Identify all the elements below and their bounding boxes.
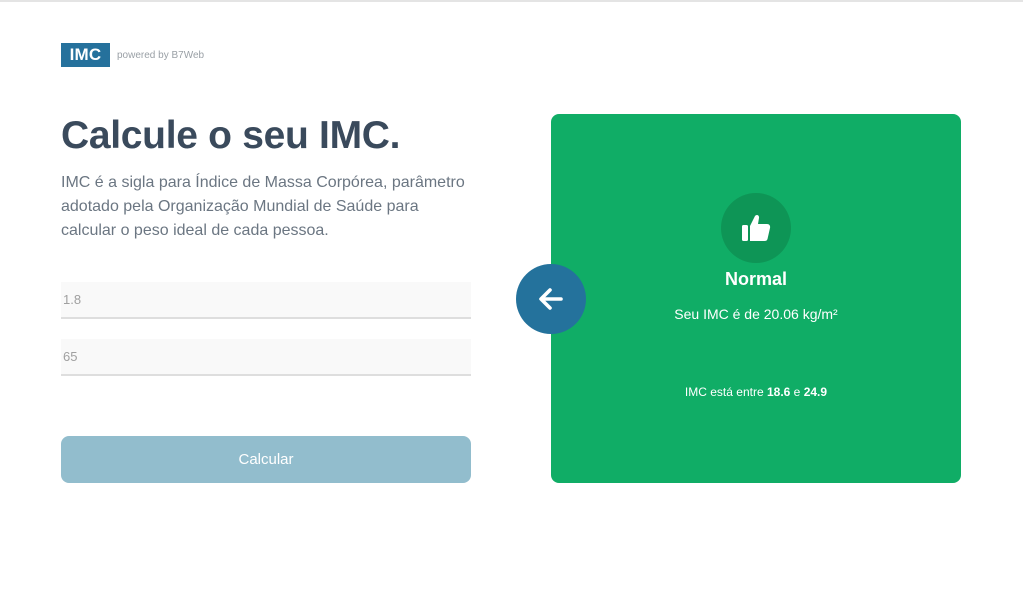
intro-section: Calcule o seu IMC. IMC é a sigla para Ín… xyxy=(61,114,471,243)
logo-text: IMC xyxy=(69,45,102,64)
range-prefix: IMC está entre xyxy=(684,385,764,399)
page-title: Calcule o seu IMC. xyxy=(61,114,401,157)
arrow-left-icon xyxy=(539,288,563,310)
range-joiner: e xyxy=(793,385,801,399)
result-value: Seu IMC é de 20.06 kg/m² xyxy=(674,306,838,322)
result-range: IMC está entre 18.6 e 24.9 xyxy=(551,385,961,399)
back-button[interactable] xyxy=(516,264,586,334)
weight-input[interactable] xyxy=(61,339,471,376)
result-icon-container xyxy=(721,193,791,263)
result-title: Normal xyxy=(724,269,787,289)
logo: IMC xyxy=(61,43,110,67)
thumbs-up-icon xyxy=(742,214,771,241)
top-divider xyxy=(0,0,1023,2)
height-input[interactable] xyxy=(61,282,471,319)
header: IMC powered by B7Web xyxy=(61,43,204,67)
range-max: 24.9 xyxy=(803,385,828,399)
powered-by-text: powered by B7Web xyxy=(117,49,205,61)
result-panel: Normal Seu IMC é de 20.06 kg/m² IMC está… xyxy=(551,114,961,483)
intro-description: IMC é a sigla para Índice de Massa Corpó… xyxy=(61,174,465,239)
range-min: 18.6 xyxy=(766,385,791,399)
calculate-button[interactable]: Calcular xyxy=(61,436,471,483)
